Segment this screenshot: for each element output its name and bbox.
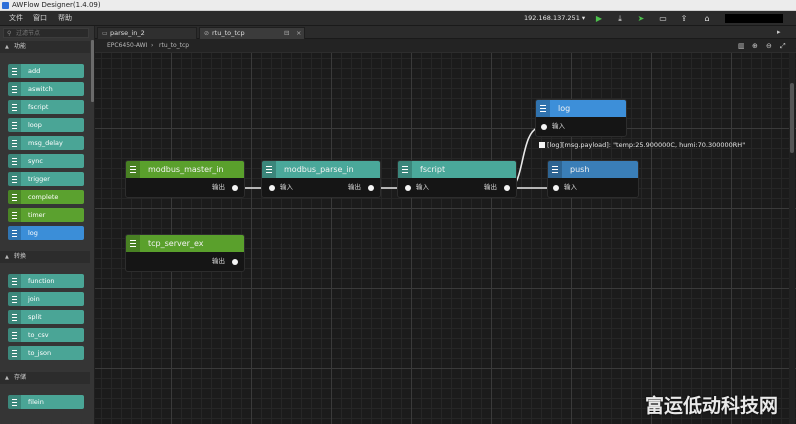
debug-text: [log][msg.payload]: "temp:25.900000C, hu… xyxy=(547,141,746,149)
output-label: 输出 xyxy=(212,257,225,265)
input-port[interactable] xyxy=(405,185,411,191)
flow-node-modbus-master-in[interactable]: modbus_master_in 输出 xyxy=(125,160,245,198)
node-header: fscript xyxy=(398,161,516,178)
input-label: 输入 xyxy=(416,183,429,191)
node-label: modbus_master_in xyxy=(148,165,224,174)
input-port[interactable] xyxy=(553,185,559,191)
output-label: 输出 xyxy=(212,183,225,191)
log-debug-output: [log][msg.payload]: "temp:25.900000C, hu… xyxy=(539,140,745,150)
input-label: 输入 xyxy=(552,122,565,130)
output-port[interactable] xyxy=(232,259,238,265)
flow-node-log[interactable]: log 输入 xyxy=(535,99,627,137)
node-icon xyxy=(536,100,550,117)
node-header: modbus_parse_in xyxy=(262,161,380,178)
output-label: 输出 xyxy=(484,183,497,191)
node-icon xyxy=(398,161,412,178)
output-port[interactable] xyxy=(368,185,374,191)
wires-layer xyxy=(236,126,550,189)
input-label: 输入 xyxy=(564,183,577,191)
node-label: tcp_server_ex xyxy=(148,239,204,248)
node-icon xyxy=(548,161,562,178)
node-header: log xyxy=(536,100,626,117)
flow-node-modbus-parse-in[interactable]: modbus_parse_in 输入 输出 xyxy=(261,160,381,198)
node-header: tcp_server_ex xyxy=(126,235,244,252)
input-port[interactable] xyxy=(541,124,547,130)
flow-node-tcp-server-ex[interactable]: tcp_server_ex 输出 xyxy=(125,234,245,272)
node-icon xyxy=(262,161,276,178)
node-header: push xyxy=(548,161,638,178)
watermark: 富运低动科技网 xyxy=(645,395,779,417)
input-port[interactable] xyxy=(269,185,275,191)
output-port[interactable] xyxy=(504,185,510,191)
node-label: log xyxy=(558,104,571,113)
output-port[interactable] xyxy=(232,185,238,191)
node-icon xyxy=(126,235,140,252)
flow-node-fscript[interactable]: fscript 输入 输出 xyxy=(397,160,517,198)
node-label: fscript xyxy=(420,165,446,174)
debug-checkbox[interactable] xyxy=(539,142,545,148)
input-label: 输入 xyxy=(280,183,293,191)
output-label: 输出 xyxy=(348,183,361,191)
flow-node-push[interactable]: push 输入 xyxy=(547,160,639,198)
node-label: push xyxy=(570,165,590,174)
node-header: modbus_master_in xyxy=(126,161,244,178)
node-icon xyxy=(126,161,140,178)
node-label: modbus_parse_in xyxy=(284,165,354,174)
